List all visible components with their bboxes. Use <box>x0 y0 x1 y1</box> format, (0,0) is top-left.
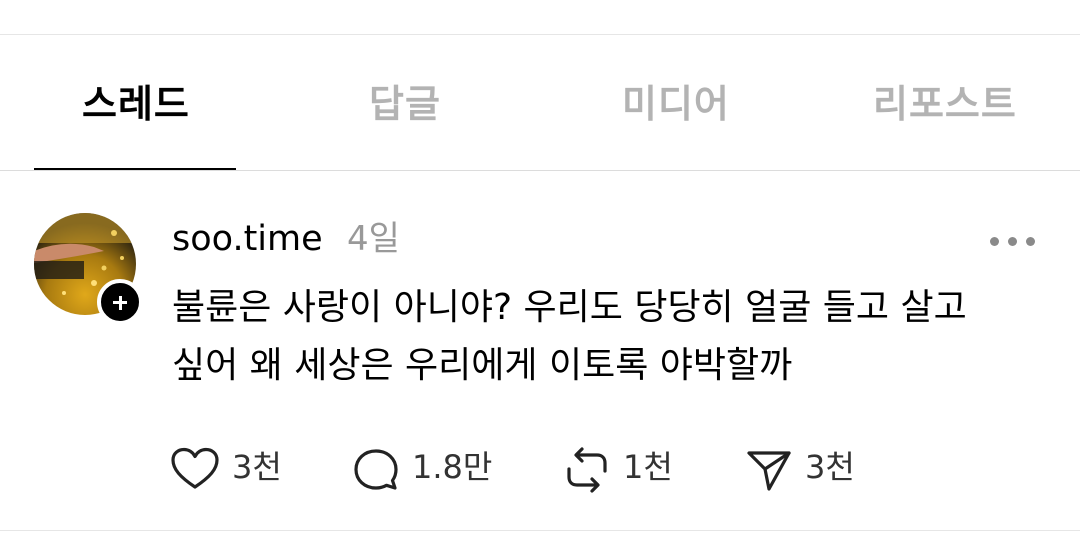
tab-threads[interactable]: 스레드 <box>82 79 190 129</box>
bottom-divider <box>0 530 1080 531</box>
post-username[interactable]: soo.time <box>172 217 323 261</box>
post-timestamp: 4일 <box>347 219 400 259</box>
send-icon <box>747 451 791 491</box>
repost-icon <box>567 447 607 493</box>
follow-plus-icon[interactable] <box>97 279 143 325</box>
share-button[interactable]: 3천 <box>745 437 865 497</box>
thread-post: soo.time 4일 불륜은 사랑이 아니야? 우리도 당당히 얼굴 들고 살… <box>0 171 1080 531</box>
post-text: 불륜은 사랑이 아니야? 우리도 당당히 얼굴 들고 살고 싶어 왜 세상은 우… <box>172 287 967 386</box>
like-count: 3천 <box>232 448 282 486</box>
profile-tabs: 스레드 답글 미디어 리포스트 <box>0 35 1080 171</box>
repost-button[interactable]: 1천 <box>563 437 683 497</box>
like-button[interactable]: 3천 <box>170 437 290 497</box>
tab-replies[interactable]: 답글 <box>369 79 441 129</box>
reply-button[interactable]: 1.8만 <box>352 437 502 497</box>
comment-icon <box>354 449 398 490</box>
tab-media[interactable]: 미디어 <box>622 79 730 129</box>
more-options-icon[interactable] <box>988 233 1038 249</box>
share-count: 3천 <box>805 448 855 486</box>
repost-count: 1천 <box>623 448 673 486</box>
tab-reposts[interactable]: 리포스트 <box>873 79 1017 129</box>
post-actions: 3천 1.8만 1천 3천 <box>0 437 1080 497</box>
heart-icon <box>171 447 219 489</box>
reply-count: 1.8만 <box>412 448 493 486</box>
